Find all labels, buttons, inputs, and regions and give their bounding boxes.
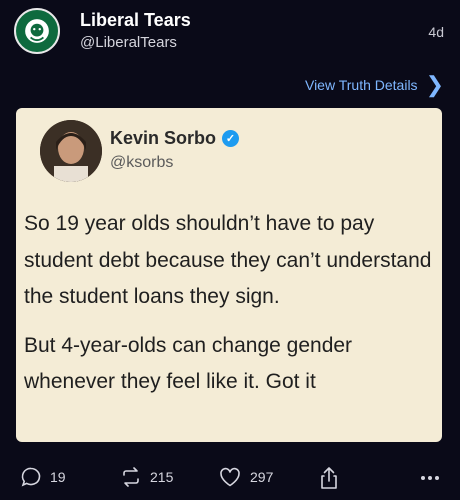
author-name[interactable]: Liberal Tears [80,10,191,31]
verified-icon: ✓ [222,130,240,147]
view-truth-details-link[interactable]: View Truth Details ❯ [304,72,444,97]
view-truth-details-label: View Truth Details [304,77,418,93]
tweet-paragraph: But 4-year-olds can change gender whenev… [24,333,353,394]
tweet-avatar [40,120,102,182]
embedded-tweet-image[interactable]: Kevin Sorbo ✓ @ksorbs So 19 year olds sh… [16,108,442,442]
tweet-text: So 19 year olds shouldn’t have to pay st… [24,206,438,401]
retruth-button[interactable]: 215 [120,466,173,488]
avatar[interactable] [14,8,60,54]
reply-count: 19 [50,469,66,485]
share-icon [321,467,337,489]
tweet-author-name: Kevin Sorbo ✓ [110,128,240,149]
liberal-tears-logo [17,11,57,51]
author-handle[interactable]: @LiberalTears [80,34,177,51]
reply-icon [21,467,41,487]
reply-button[interactable]: 19 [20,466,66,488]
heart-icon [220,467,240,487]
post-time: 4d [428,24,444,40]
more-icon [421,476,439,480]
chevron-right-icon: ❯ [425,72,444,97]
tweet-author-handle: @ksorbs [110,154,174,171]
like-count: 297 [250,469,274,485]
post-header: Liberal Tears @LiberalTears 4d [0,0,460,70]
retruth-count: 215 [150,469,174,485]
retruth-icon [123,467,139,487]
like-button[interactable]: 297 [218,466,273,488]
tweet-author-name-text: Kevin Sorbo [110,128,217,148]
tweet-paragraph: So 19 year olds shouldn’t have to pay st… [24,212,432,309]
more-button[interactable] [418,466,442,488]
share-button[interactable] [318,466,340,490]
action-bar: 19 215 297 [0,466,460,492]
